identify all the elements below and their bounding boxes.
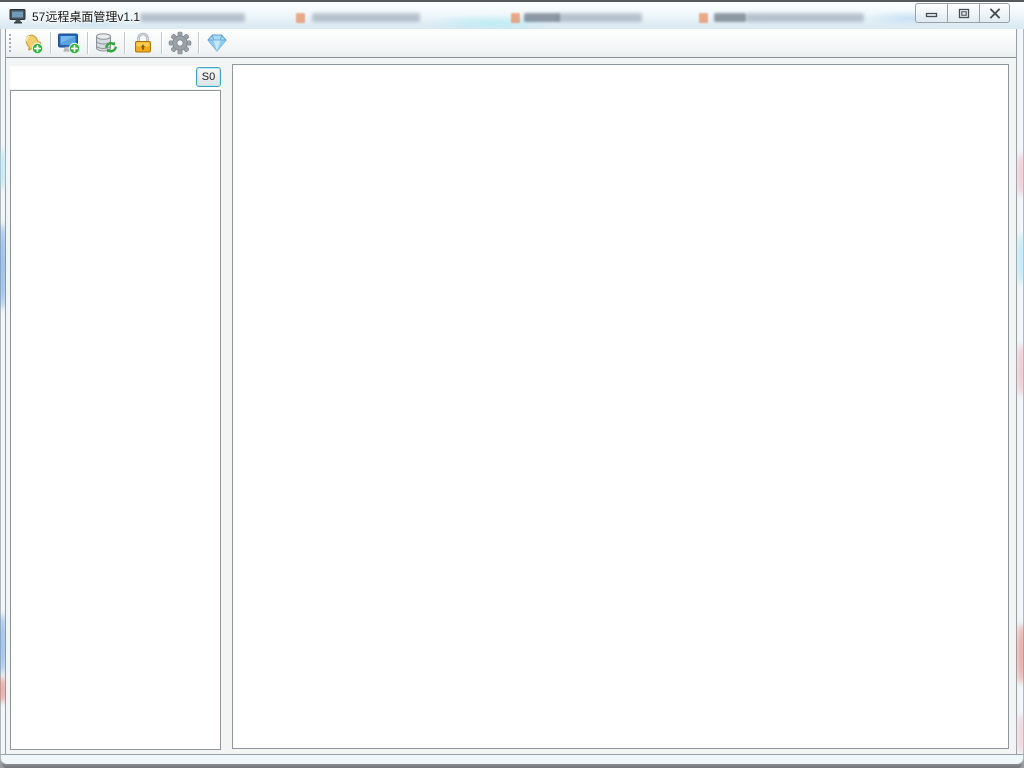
glass-blur-blob <box>1017 234 1024 284</box>
maximize-button[interactable] <box>947 3 980 23</box>
toolbar-separator <box>161 32 162 54</box>
toolbar <box>6 29 1016 58</box>
toolbar-separator <box>87 32 88 54</box>
diamond-icon <box>207 34 227 52</box>
minimize-button[interactable] <box>915 3 948 23</box>
refresh-data-button[interactable] <box>91 30 121 57</box>
remote-desktop-panel[interactable] <box>232 64 1009 749</box>
titlebar[interactable]: 57远程桌面管理v1.1 <box>0 0 1024 32</box>
background-blur-favicon <box>699 13 708 23</box>
s0-button-label: S0 <box>201 71 216 83</box>
background-blur-favicon <box>296 13 305 23</box>
toolbar-separator <box>124 32 125 54</box>
background-blur-text <box>746 13 864 22</box>
background-blur-text <box>140 13 245 22</box>
window-shadow <box>2 764 1022 768</box>
about-button[interactable] <box>202 30 232 57</box>
monitor-plus-icon <box>58 33 81 55</box>
toolbar-separator <box>198 32 199 54</box>
window-title: 57远程桌面管理v1.1 <box>32 10 141 24</box>
window-frame-right <box>1016 29 1024 754</box>
background-blur-text <box>312 13 420 22</box>
s0-button[interactable]: S0 <box>196 67 221 87</box>
background-blur-favicon <box>511 13 520 23</box>
server-tree-panel[interactable] <box>10 90 221 750</box>
padlock-icon <box>135 32 151 53</box>
add-group-button[interactable] <box>17 30 47 57</box>
toolbar-grip-handle[interactable] <box>9 34 11 52</box>
glass-blur-blob <box>1017 624 1024 684</box>
background-blur-text <box>714 13 746 22</box>
maximize-icon <box>958 8 969 18</box>
monitor-icon <box>9 9 26 24</box>
minimize-icon <box>925 12 938 18</box>
gear-icon <box>168 31 192 55</box>
database-refresh-icon <box>96 33 117 53</box>
background-blur-text <box>558 13 642 22</box>
lock-button[interactable] <box>128 30 158 57</box>
glass-blur-blob <box>1017 344 1024 396</box>
window-controls <box>915 3 1010 23</box>
add-computer-button[interactable] <box>54 30 84 57</box>
app-window: 57远程桌面管理v1.1 S0 <box>0 0 1024 768</box>
sidebar-header-strip <box>10 66 221 89</box>
bell-plus-icon <box>25 34 44 55</box>
settings-button[interactable] <box>165 30 195 57</box>
close-button[interactable] <box>979 3 1010 23</box>
background-blur-text <box>524 13 560 22</box>
toolbar-separator <box>50 32 51 54</box>
client-area: S0 <box>6 29 1016 754</box>
glass-blur-blob <box>1017 154 1024 196</box>
glass-blur-blob <box>1017 714 1024 754</box>
close-icon <box>989 7 1000 19</box>
